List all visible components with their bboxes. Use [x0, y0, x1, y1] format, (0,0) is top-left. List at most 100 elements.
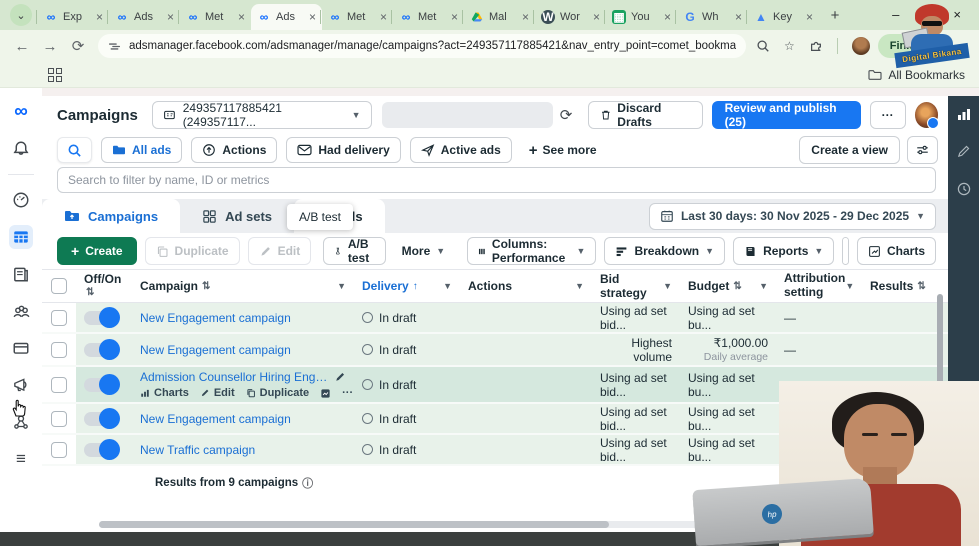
browser-tab[interactable]: ∞ Exp × — [36, 4, 109, 30]
tab-close-icon[interactable]: × — [167, 10, 174, 24]
review-publish-button[interactable]: Review and publish (25) — [711, 101, 861, 129]
campaign-name-link[interactable]: Admission Counsellor Hiring Engagement .… — [140, 370, 328, 384]
duplicate-button[interactable]: Duplicate — [144, 237, 240, 265]
browser-tab[interactable]: G Wh × — [675, 4, 748, 30]
tab-close-icon[interactable]: × — [735, 10, 742, 24]
browser-profile-avatar[interactable] — [851, 37, 870, 55]
edit-button[interactable]: Edit — [247, 237, 312, 265]
tab-close-icon[interactable]: × — [380, 10, 387, 24]
row-checkbox[interactable] — [51, 341, 67, 358]
reports-button[interactable]: Reports ▼ — [733, 237, 835, 265]
browser-tab[interactable]: ∞ Ads × — [107, 4, 180, 30]
header-bid-strategy[interactable]: Bid strategy ▼ — [592, 272, 680, 300]
browser-tab[interactable]: W Wor × — [533, 4, 606, 30]
browser-tab[interactable]: ∞ Met × — [320, 4, 393, 30]
tab-close-icon[interactable]: × — [522, 10, 529, 24]
history-clock-icon[interactable] — [956, 181, 972, 197]
row-edit-button[interactable]: Edit — [200, 387, 235, 399]
header-campaign[interactable]: Campaign ⇅ ▼ — [132, 279, 354, 293]
tab-close-icon[interactable]: × — [451, 10, 458, 24]
campaign-toggle[interactable] — [84, 373, 120, 395]
row-duplicate-button[interactable]: Duplicate — [246, 387, 309, 399]
caret-down-icon[interactable]: ▼ — [443, 281, 452, 291]
filter-all-ads[interactable]: All ads — [101, 137, 183, 163]
campaign-name-link[interactable]: New Engagement campaign — [140, 343, 291, 357]
campaign-name-link[interactable]: New Engagement campaign — [140, 311, 291, 325]
create-button[interactable]: + Create — [57, 237, 137, 265]
ads-reporting-icon[interactable] — [9, 262, 33, 286]
header-delivery[interactable]: Delivery ↑ ▼ — [354, 279, 460, 293]
meta-logo-icon[interactable]: ∞ — [9, 100, 33, 124]
campaign-toggle[interactable] — [84, 407, 120, 429]
browser-tab[interactable]: ▦ You × — [604, 4, 677, 30]
campaign-toggle[interactable] — [84, 438, 120, 460]
row-checkbox[interactable] — [51, 441, 67, 458]
create-view-button[interactable]: Create a view — [799, 136, 900, 164]
caret-down-icon[interactable]: ▼ — [663, 281, 672, 291]
info-icon[interactable]: ⓘ — [302, 475, 313, 491]
back-button[interactable]: ← — [8, 32, 36, 60]
site-info-icon[interactable] — [108, 40, 121, 53]
header-budget[interactable]: Budget ⇅ ▼ — [680, 279, 776, 293]
browser-tab[interactable]: Mal × — [462, 4, 535, 30]
refresh-button[interactable]: ⟳ — [553, 101, 578, 129]
header-attribution[interactable]: Attribution setting ▼ — [776, 271, 862, 300]
campaign-toggle[interactable] — [84, 338, 120, 360]
user-avatar[interactable] — [914, 102, 940, 129]
insights-chart-icon[interactable] — [956, 106, 972, 122]
browser-tab[interactable]: ∞ Met × — [391, 4, 464, 30]
reload-button[interactable]: ⟳ — [64, 32, 92, 60]
address-bar[interactable]: adsmanager.facebook.com/adsmanager/manag… — [98, 34, 746, 58]
audiences-icon[interactable] — [9, 299, 33, 323]
tab-close-icon[interactable]: × — [593, 10, 600, 24]
caret-down-icon[interactable]: ▼ — [759, 281, 768, 291]
row-charts-button[interactable]: Charts — [140, 387, 189, 399]
apps-grid-icon[interactable] — [48, 67, 62, 82]
row-more-button[interactable]: ··· — [342, 387, 353, 399]
notifications-bell-icon[interactable] — [9, 137, 33, 161]
zoom-icon[interactable] — [756, 39, 770, 53]
campaigns-nav-icon[interactable] — [9, 225, 33, 249]
new-tab-button[interactable]: + — [823, 3, 847, 27]
extensions-icon[interactable] — [809, 39, 823, 53]
tab-search-button[interactable]: ⌄ — [10, 4, 32, 26]
filter-had-delivery[interactable]: Had delivery — [286, 137, 401, 163]
caret-down-icon[interactable]: ▼ — [575, 281, 584, 291]
charts-button[interactable]: Charts — [856, 237, 936, 265]
campaign-toggle[interactable] — [84, 306, 120, 328]
browser-tab-active[interactable]: ∞ Ads × — [251, 4, 322, 30]
ad-account-selector[interactable]: 249357117885421 (249357117... ▼ — [151, 101, 372, 129]
tab-close-icon[interactable]: × — [238, 10, 245, 24]
tab-ad-sets[interactable]: Ad sets — [180, 199, 294, 233]
campaign-name-link[interactable]: New Traffic campaign — [140, 443, 255, 457]
caret-down-icon[interactable]: ▼ — [845, 281, 854, 291]
tab-close-icon[interactable]: × — [664, 10, 671, 24]
see-more-button[interactable]: + See more — [529, 142, 597, 159]
ab-test-button[interactable]: A/B test — [323, 237, 386, 265]
more-button[interactable]: More ▼ — [394, 244, 454, 258]
filter-actions[interactable]: Actions — [191, 137, 278, 163]
tab-close-icon[interactable]: × — [96, 10, 103, 24]
breakdown-button[interactable]: Breakdown ▼ — [604, 237, 726, 265]
discard-drafts-button[interactable]: Discard Drafts — [587, 101, 703, 129]
all-tools-menu-icon[interactable]: ≡ — [9, 447, 33, 471]
header-results[interactable]: Results ⇅ — [862, 279, 926, 293]
advertising-megaphone-icon[interactable] — [9, 373, 33, 397]
browser-tab[interactable]: ▲ Key × — [746, 4, 819, 30]
search-filter-button[interactable] — [57, 137, 92, 163]
browser-tab[interactable]: ∞ Met × — [178, 4, 251, 30]
filter-active-ads[interactable]: Active ads — [409, 137, 512, 163]
bookmark-star-icon[interactable]: ☆ — [784, 39, 795, 53]
export-button[interactable]: Export — [843, 238, 849, 264]
search-input[interactable] — [57, 167, 936, 193]
row-checkbox[interactable] — [51, 309, 67, 326]
forward-button[interactable]: → — [36, 32, 64, 60]
date-range-selector[interactable]: Last 30 days: 30 Nov 2025 - 29 Dec 2025 … — [648, 202, 936, 230]
view-settings-button[interactable] — [907, 136, 938, 164]
header-off-on[interactable]: Off/On ⇅ — [76, 273, 132, 299]
row-pixel-button[interactable] — [320, 388, 331, 399]
table-row[interactable]: New Engagement campaign In draft Using a… — [42, 303, 948, 334]
row-checkbox[interactable] — [51, 376, 67, 393]
tab-close-icon[interactable]: × — [806, 10, 813, 24]
tab-close-icon[interactable]: × — [309, 10, 316, 24]
